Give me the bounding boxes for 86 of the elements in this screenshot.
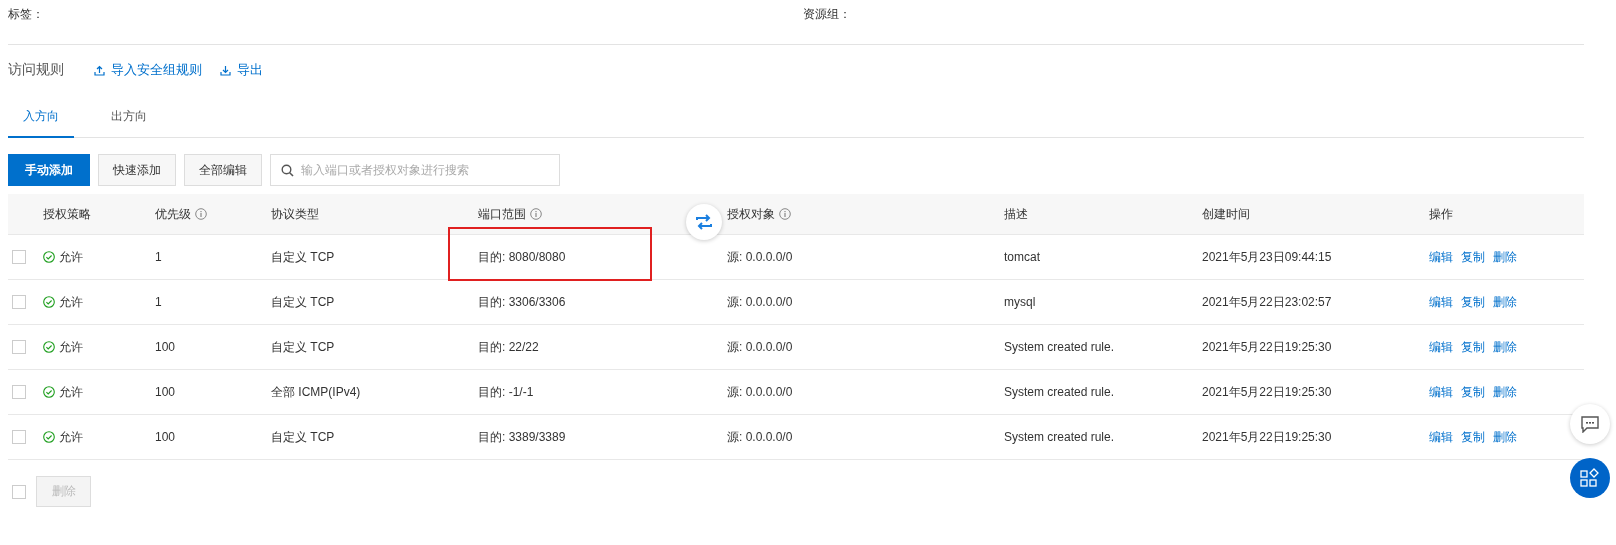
checkbox[interactable] — [12, 295, 26, 309]
table-cell: 自定义 TCP — [271, 249, 335, 264]
check-circle-icon — [43, 386, 55, 398]
upload-link[interactable]: 导入安全组规则 — [94, 61, 202, 79]
action-link[interactable]: 编辑 — [1429, 338, 1453, 356]
action-link[interactable]: 删除 — [1493, 428, 1517, 446]
table-cell: 2021年5月22日19:25:30 — [1202, 429, 1332, 444]
action-link[interactable]: 删除 — [1493, 293, 1517, 311]
tab[interactable]: 出方向 — [96, 97, 162, 138]
section-title: 访问规则 — [8, 61, 64, 79]
table-cell: 2021年5月23日09:44:15 — [1202, 249, 1332, 264]
action-link[interactable]: 编辑 — [1429, 428, 1453, 446]
table-cell: 100 — [155, 430, 176, 444]
table-cell: 目的: 8080/8080 — [478, 249, 566, 264]
apps-button[interactable] — [1570, 458, 1610, 498]
table-cell: 自定义 TCP — [271, 429, 335, 444]
checkbox[interactable] — [12, 340, 26, 354]
table-cell: 源: 0.0.0.0/0 — [727, 294, 793, 309]
search-field[interactable]: 输入端口或者授权对象进行搜索 — [270, 154, 560, 186]
table-cell: 允许 — [59, 428, 83, 446]
table-cell: 全部 ICMP(IPv4) — [271, 384, 361, 399]
table-cell: mysql — [1004, 295, 1036, 309]
add-button[interactable]: 手动添加 — [8, 154, 90, 186]
apps-icon — [1580, 468, 1600, 488]
checkbox[interactable] — [12, 250, 26, 264]
table-cell: 2021年5月22日19:25:30 — [1202, 339, 1332, 354]
table-cell: 源: 0.0.0.0/0 — [727, 339, 793, 354]
table-cell: 允许 — [59, 248, 83, 266]
table-cell: 允许 — [59, 338, 83, 356]
column-header: 端口范围 — [478, 205, 526, 223]
upload-icon — [94, 64, 105, 76]
checkbox[interactable] — [12, 430, 26, 444]
column-header: 创建时间 — [1202, 205, 1250, 223]
table-cell: 目的: 3389/3389 — [478, 429, 566, 444]
table-cell: 目的: 22/22 — [478, 339, 539, 354]
checkbox[interactable] — [12, 385, 26, 399]
action-link[interactable]: 复制 — [1461, 248, 1485, 266]
table-cell: 源: 0.0.0.0/0 — [727, 384, 793, 399]
toolbar-button[interactable]: 全部编辑 — [184, 154, 262, 186]
action-link[interactable]: 复制 — [1461, 293, 1485, 311]
field-label: 标签： — [8, 7, 44, 21]
field-label: 资源组： — [803, 7, 851, 21]
column-header: 优先级 — [155, 205, 191, 223]
check-circle-icon — [43, 251, 55, 263]
table-cell: 自定义 TCP — [271, 339, 335, 354]
action-link[interactable]: 复制 — [1461, 338, 1485, 356]
checkbox[interactable] — [12, 484, 26, 499]
column-header: 描述 — [1004, 205, 1028, 223]
table-cell: System created rule. — [1004, 430, 1115, 444]
table-cell: 源: 0.0.0.0/0 — [727, 249, 793, 264]
check-circle-icon — [43, 296, 55, 308]
table-cell: 100 — [155, 385, 176, 399]
toolbar-button[interactable]: 快速添加 — [98, 154, 176, 186]
action-link[interactable]: 复制 — [1461, 383, 1485, 401]
table-cell: System created rule. — [1004, 385, 1115, 399]
column-header: 操作 — [1429, 205, 1453, 223]
action-link[interactable]: 删除 — [1493, 383, 1517, 401]
table-cell: tomcat — [1004, 250, 1040, 264]
chat-icon — [1581, 415, 1599, 433]
table-cell: 允许 — [59, 293, 83, 311]
table-cell: 1 — [155, 250, 162, 264]
table-cell: 自定义 TCP — [271, 294, 335, 309]
action-link[interactable]: 删除 — [1493, 248, 1517, 266]
table-cell: 目的: -1/-1 — [478, 384, 534, 399]
table-cell: System created rule. — [1004, 340, 1115, 354]
tab[interactable]: 入方向 — [8, 97, 74, 138]
action-link[interactable]: 复制 — [1461, 428, 1485, 446]
action-link[interactable]: 编辑 — [1429, 293, 1453, 311]
download-icon — [220, 64, 231, 76]
table-cell: 2021年5月22日23:02:57 — [1202, 294, 1332, 309]
check-circle-icon — [43, 431, 55, 443]
column-header: 协议类型 — [271, 205, 319, 223]
table-cell: 目的: 3306/3306 — [478, 294, 566, 309]
table-cell: 100 — [155, 340, 176, 354]
chat-button[interactable] — [1570, 404, 1610, 444]
column-header: 授权策略 — [43, 205, 91, 223]
action-link[interactable]: 删除 — [1493, 338, 1517, 356]
table-cell: 2021年5月22日19:25:30 — [1202, 384, 1332, 399]
check-circle-icon — [43, 341, 55, 353]
action-link[interactable]: 编辑 — [1429, 248, 1453, 266]
download-link[interactable]: 导出 — [220, 61, 263, 79]
column-header: 授权对象 — [727, 205, 775, 223]
table-cell: 允许 — [59, 383, 83, 401]
table-cell: 源: 0.0.0.0/0 — [727, 429, 793, 444]
table-cell: 1 — [155, 295, 162, 309]
action-link[interactable]: 编辑 — [1429, 383, 1453, 401]
